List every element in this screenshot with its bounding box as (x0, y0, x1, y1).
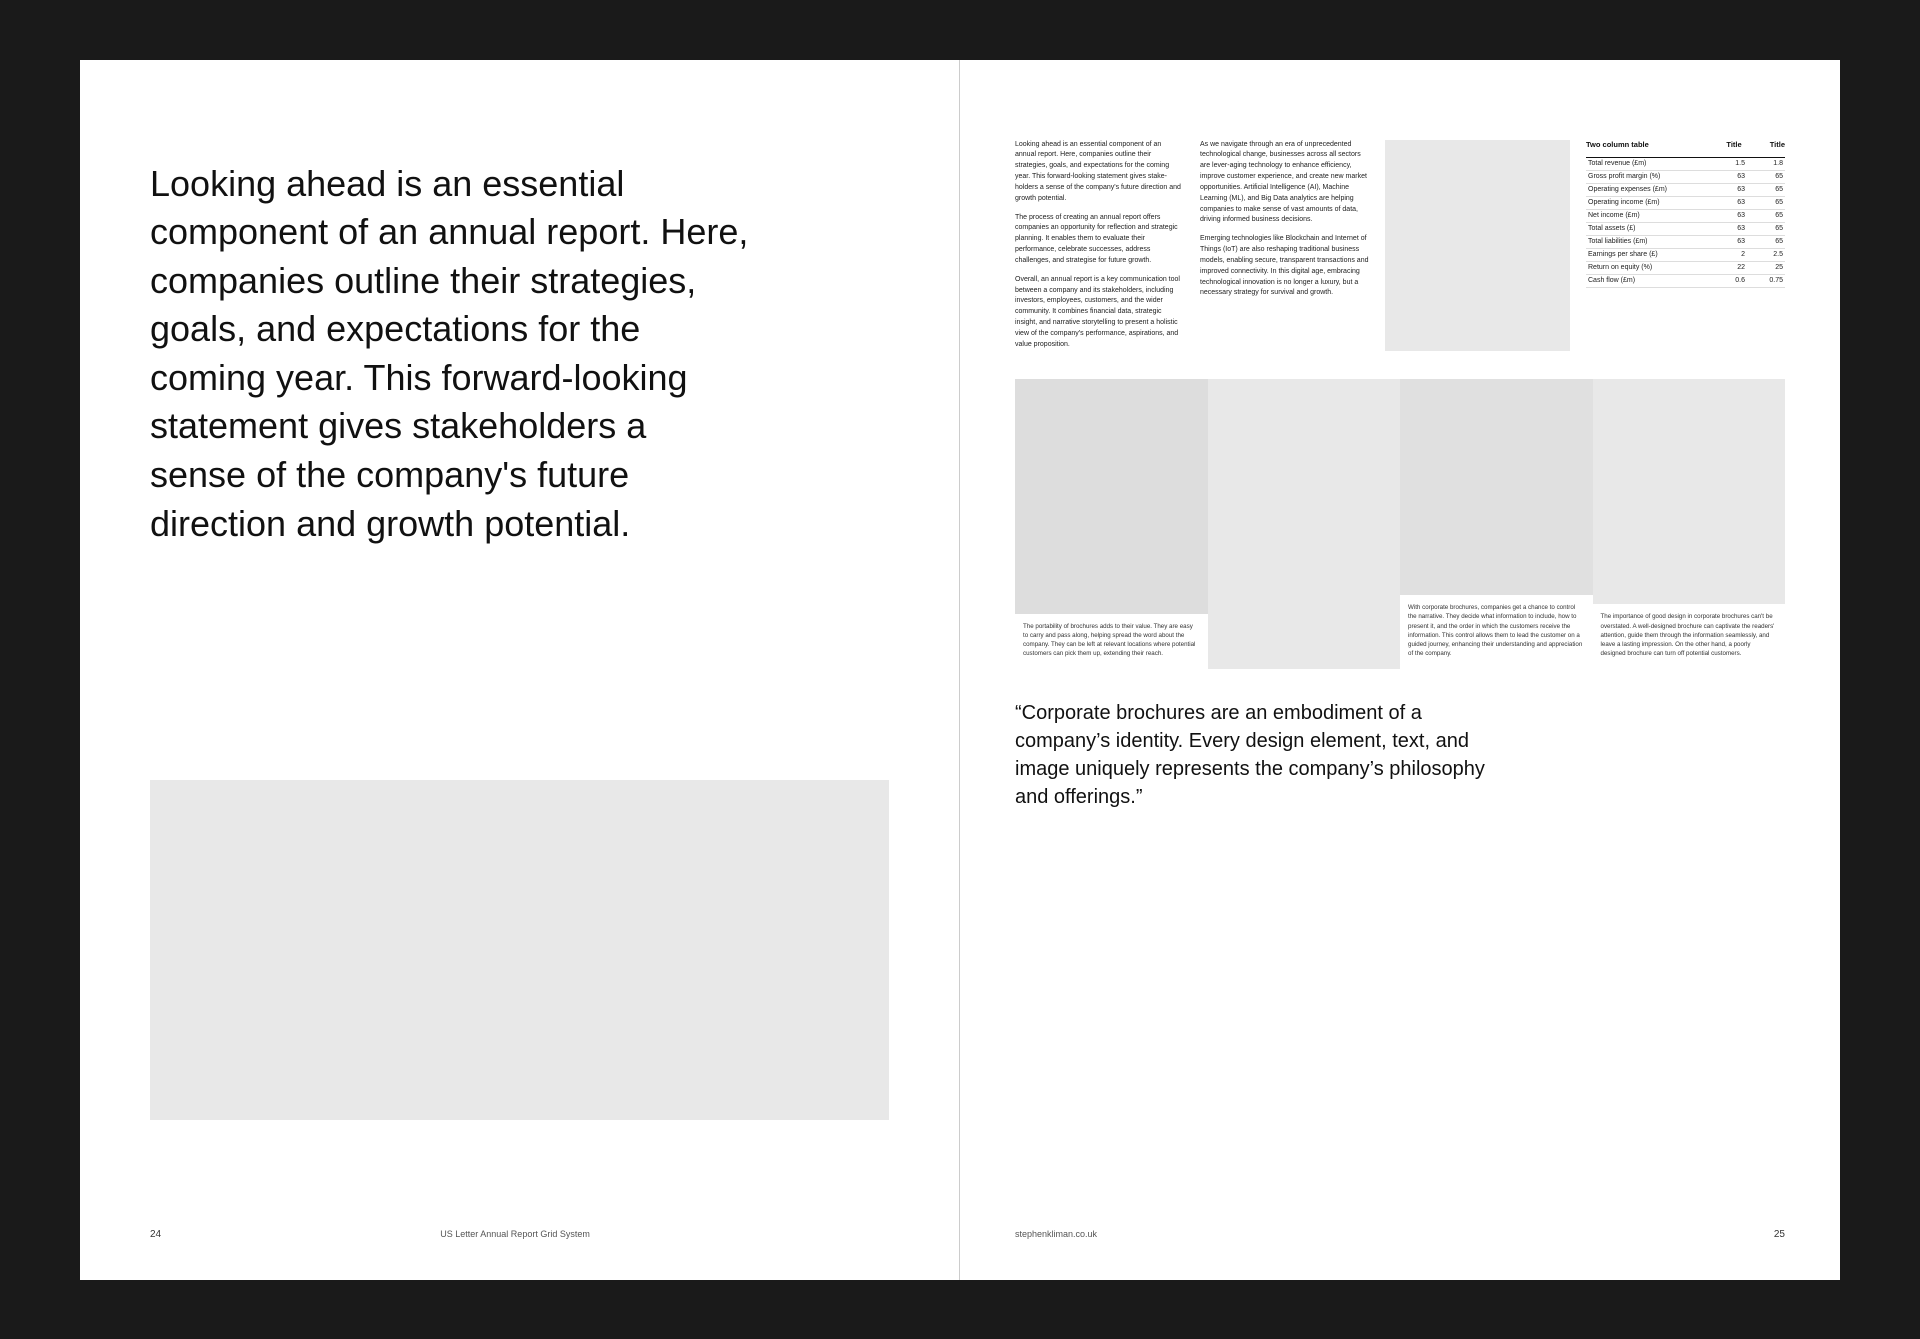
left-top-area: Looking ahead is an essential component … (150, 140, 889, 780)
table-col3-header: Title (1770, 140, 1785, 149)
rt-col-3-image (1385, 140, 1570, 351)
table-row: Total liabilities (£m) 63 65 (1586, 235, 1785, 248)
rt-col-2: As we navigate through an era of unprece… (1200, 140, 1385, 351)
rt-col2-p1: As we navigate through an era of unprece… (1200, 140, 1369, 227)
footer-center-text: US Letter Annual Report Grid System (440, 1229, 590, 1239)
img1-caption: The portability of brochures adds to the… (1023, 622, 1200, 659)
rt-col1-p2: The process of creating an annual report… (1015, 213, 1184, 267)
table-row: Operating expenses (£m) 63 65 (1586, 183, 1785, 196)
table-row: Total revenue (£m) 1.5 1.8 (1586, 157, 1785, 170)
table-col2-header: Title (1726, 140, 1741, 149)
table-title: Two column table (1586, 140, 1649, 149)
page-right: Looking ahead is an essential component … (960, 60, 1840, 1280)
page-number-right: 25 (1774, 1229, 1785, 1240)
table-row: Total assets (£) 63 65 (1586, 222, 1785, 235)
bottom-img-2 (1208, 379, 1401, 669)
table-row: Net income (£m) 63 65 (1586, 209, 1785, 222)
img3-caption: With corporate brochures, companies get … (1408, 603, 1585, 659)
img1-caption-area: The portability of brochures adds to the… (1015, 614, 1208, 669)
table-row: Gross profit margin (%) 63 65 (1586, 170, 1785, 183)
table-row: Earnings per share (£) 2 2.5 (1586, 248, 1785, 261)
left-bottom-image (150, 780, 889, 1120)
img3-caption-area: With corporate brochures, companies get … (1400, 595, 1593, 669)
table-row: Cash flow (£m) 0.6 0.75 (1586, 274, 1785, 287)
img4-caption: The importance of good design in corpora… (1601, 612, 1778, 658)
footer-website: stephenkliman.co.uk (1015, 1229, 1097, 1239)
rt-col1-p1: Looking ahead is an essential component … (1015, 140, 1184, 205)
page-footer-right: stephenkliman.co.uk 25 (1015, 1229, 1785, 1240)
page-footer-left: 24 US Letter Annual Report Grid System (150, 1229, 889, 1240)
page-left: Looking ahead is an essential component … (80, 60, 960, 1280)
right-top-grid: Looking ahead is an essential component … (1015, 140, 1785, 351)
left-image-placeholder (150, 780, 889, 1120)
spread: Looking ahead is an essential component … (80, 60, 1840, 1280)
rt-col1-p3: Overall, an annual report is a key commu… (1015, 275, 1184, 351)
bottom-image-row: The portability of brochures adds to the… (1015, 379, 1785, 669)
rt-col2-p2: Emerging technologies like Blockchain an… (1200, 234, 1369, 299)
bottom-img-4: The importance of good design in corpora… (1593, 379, 1786, 669)
financial-table: Total revenue (£m) 1.5 1.8 Gross profit … (1586, 153, 1785, 288)
img4-caption-area: The importance of good design in corpora… (1593, 604, 1786, 668)
hero-text: Looking ahead is an essential component … (150, 160, 750, 549)
table-header-row: Two column table Title Title (1586, 140, 1785, 149)
bottom-img-3: With corporate brochures, companies get … (1400, 379, 1593, 669)
rt-col-1: Looking ahead is an essential component … (1015, 140, 1200, 351)
page-number-left: 24 (150, 1229, 161, 1240)
bottom-img-1: The portability of brochures adds to the… (1015, 379, 1208, 669)
quote-text: “Corporate brochures are an embodiment o… (1015, 699, 1515, 811)
quote-section: “Corporate brochures are an embodiment o… (1015, 669, 1785, 811)
table-row: Return on equity (%) 22 25 (1586, 261, 1785, 274)
table-row: Operating income (£m) 63 65 (1586, 196, 1785, 209)
rt-col-4-table: Two column table Title Title Total reven… (1570, 140, 1785, 351)
